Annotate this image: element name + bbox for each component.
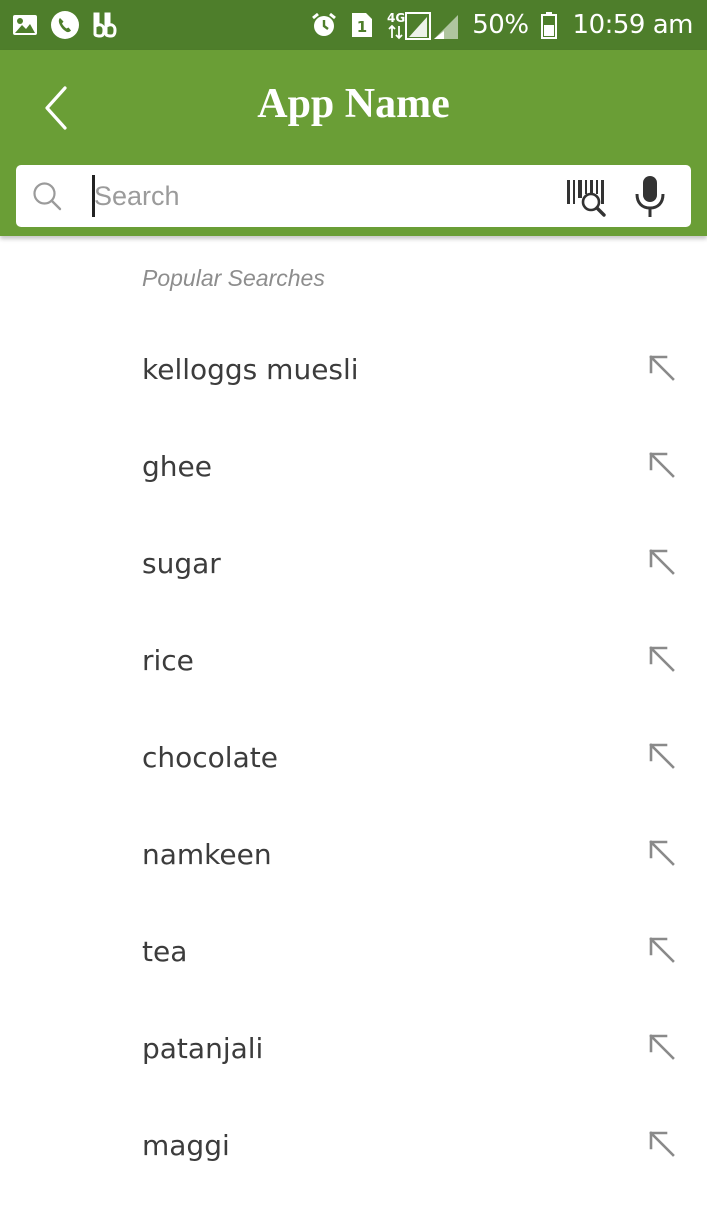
network-type: 4G: [387, 11, 405, 25]
arrow-up-left-icon[interactable]: [646, 1031, 678, 1063]
list-item[interactable]: namkeen: [0, 807, 707, 904]
status-bar-system: 1 4G 50% 10:59 am: [310, 9, 694, 41]
arrow-up-left-icon[interactable]: [646, 546, 678, 578]
barcode-scan-button[interactable]: [564, 175, 608, 219]
arrow-up-left-icon[interactable]: [646, 352, 678, 384]
arrow-up-left-icon[interactable]: [646, 934, 678, 966]
list-item-label: sugar: [142, 547, 221, 580]
alarm-icon: [310, 11, 338, 39]
list-item-label: maggi: [142, 1129, 230, 1162]
search-icon: [33, 182, 62, 211]
list-item[interactable]: kelloggs muesli: [0, 322, 707, 419]
barcode-scan-icon: [567, 180, 606, 217]
list-item[interactable]: rice: [0, 613, 707, 710]
popular-searches-heading: Popular Searches: [142, 265, 325, 291]
list-item[interactable]: maggi: [0, 1098, 707, 1195]
sim-badge: 1: [357, 18, 367, 36]
list-item-label: patanjali: [142, 1032, 264, 1065]
list-item-label: kelloggs muesli: [142, 353, 359, 386]
voice-search-button[interactable]: [628, 173, 672, 221]
arrow-up-left-icon[interactable]: [646, 1128, 678, 1160]
microphone-icon: [635, 176, 665, 217]
list-item[interactable]: sugar: [0, 516, 707, 613]
list-item-label: ghee: [142, 450, 212, 483]
app-bar: App Name: [0, 50, 707, 236]
back-button[interactable]: [30, 80, 82, 136]
battery-icon: [540, 11, 557, 39]
arrow-up-left-icon[interactable]: [646, 449, 678, 481]
gallery-icon: [12, 13, 38, 37]
arrow-up-left-icon[interactable]: [646, 643, 678, 675]
status-bar-notifications: [12, 10, 118, 40]
list-item-label: namkeen: [142, 838, 272, 871]
list-item-label: chocolate: [142, 741, 278, 774]
list-item[interactable]: tea: [0, 904, 707, 1001]
signal-icon: 4G: [386, 9, 460, 41]
app-notification-icon: [92, 12, 118, 38]
search-bar[interactable]: [16, 165, 691, 227]
list-item[interactable]: chocolate: [0, 710, 707, 807]
sim-icon: 1: [350, 11, 374, 39]
clock-time: 10:59 am: [572, 10, 694, 40]
list-item[interactable]: ghee: [0, 419, 707, 516]
back-chevron-icon: [45, 86, 67, 130]
list-item-label: tea: [142, 935, 188, 968]
arrow-up-left-icon[interactable]: [646, 740, 678, 772]
popular-searches-list: kelloggs muesli ghee sugar rice chocolat…: [0, 322, 707, 1195]
arrow-up-left-icon[interactable]: [646, 837, 678, 869]
search-input[interactable]: [94, 173, 554, 219]
list-item-label: rice: [142, 644, 194, 677]
battery-percent: 50%: [472, 10, 529, 40]
phone-icon: [50, 10, 80, 40]
app-title: App Name: [257, 81, 450, 127]
list-item[interactable]: patanjali: [0, 1001, 707, 1098]
status-bar: 1 4G 50% 10:59 am: [0, 0, 707, 50]
